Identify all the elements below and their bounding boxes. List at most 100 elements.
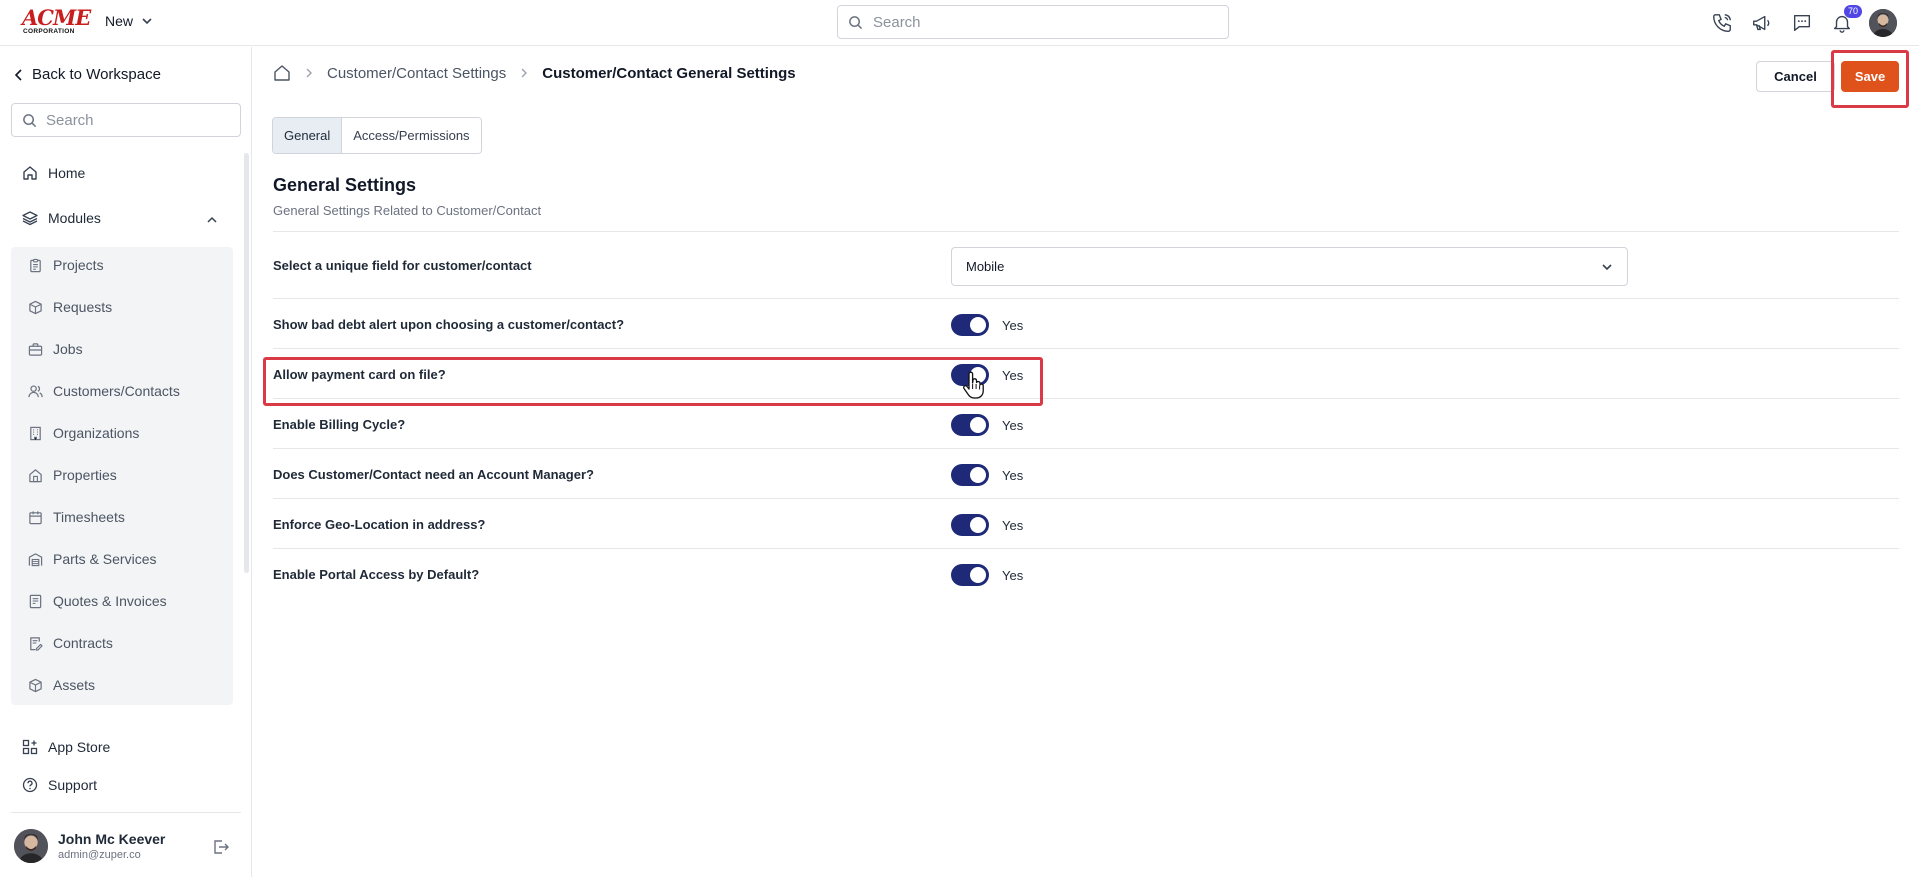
user-email: admin@zuper.co (58, 849, 141, 861)
sidebar-item-label: Support (48, 777, 98, 793)
sidebar-item-label: App Store (48, 739, 111, 755)
geo-location-toggle[interactable] (951, 514, 989, 536)
unique-field-select[interactable]: Mobile (951, 247, 1628, 286)
phone-icon[interactable] (1709, 10, 1735, 36)
module-item-organizations[interactable]: Organizations (28, 425, 139, 441)
search-icon (23, 113, 37, 127)
user-profile[interactable]: John Mc Keever admin@zuper.co (14, 829, 165, 863)
module-item-quotes-invoices[interactable]: Quotes & Invoices (28, 593, 167, 609)
billing-cycle-label: Enable Billing Cycle? (273, 417, 406, 432)
module-item-requests[interactable]: Requests (28, 299, 112, 315)
divider (273, 231, 1899, 232)
module-item-label: Projects (53, 257, 104, 273)
toggle-state-text: Yes (1002, 417, 1024, 433)
logout-icon[interactable] (212, 838, 230, 859)
box-question-icon (29, 300, 42, 314)
clipboard-icon (30, 258, 41, 272)
geo-location-label: Enforce Geo-Location in address? (273, 517, 486, 532)
sidebar-search[interactable] (11, 103, 241, 137)
module-item-label: Timesheets (53, 509, 125, 525)
avatar (14, 829, 48, 863)
section-title: General Settings (273, 175, 417, 195)
module-item-parts-services[interactable]: Parts & Services (28, 551, 156, 567)
divider (273, 398, 1899, 399)
new-menu-label: New (105, 13, 134, 29)
cancel-button[interactable]: Cancel (1756, 61, 1835, 92)
sidebar-scrollbar[interactable] (244, 153, 249, 573)
chevron-left-icon (14, 68, 22, 81)
module-item-label: Customers/Contacts (53, 383, 180, 399)
geo-location-setting: Yes (951, 514, 1023, 536)
breadcrumb: Customer/Contact Settings Customer/Conta… (273, 64, 796, 82)
user-avatar[interactable] (1869, 9, 1897, 37)
divider (273, 548, 1899, 549)
module-item-jobs[interactable]: Jobs (28, 341, 83, 357)
global-search-input[interactable] (873, 13, 1213, 31)
portal-access-toggle[interactable] (951, 564, 989, 586)
help-circle-icon (22, 777, 38, 793)
sidebar-item-home[interactable]: Home (22, 165, 85, 181)
company-logo[interactable]: ACME CORPORATION (22, 7, 91, 35)
new-menu-button[interactable]: New (105, 13, 153, 29)
apps-icon (22, 739, 38, 755)
billing-cycle-toggle[interactable] (951, 414, 989, 436)
divider (273, 498, 1899, 499)
divider (273, 448, 1899, 449)
cube-icon (29, 678, 42, 692)
module-item-assets[interactable]: Assets (28, 677, 95, 693)
warehouse-icon (28, 552, 43, 566)
toggle-state-text: Yes (1002, 567, 1024, 583)
chat-icon[interactable] (1789, 10, 1815, 36)
breadcrumb-parent[interactable]: Customer/Contact Settings (327, 65, 506, 82)
chevron-up-icon[interactable] (206, 212, 218, 228)
property-icon (29, 468, 42, 482)
invoice-icon (29, 594, 42, 608)
sidebar-item-support[interactable]: Support (22, 777, 97, 793)
chevron-down-icon (142, 18, 152, 25)
payment-card-toggle[interactable] (951, 364, 989, 386)
portal-access-setting: Yes (951, 564, 1023, 586)
toggle-state-text: Yes (1002, 317, 1024, 333)
top-icon-bar: 70 (1709, 5, 1897, 37)
tab-general[interactable]: General (273, 118, 343, 153)
notification-badge: 70 (1843, 5, 1862, 18)
search-icon (849, 15, 863, 29)
account-manager-toggle[interactable] (951, 464, 989, 486)
toggle-state-text: Yes (1002, 467, 1024, 483)
unique-field-value: Mobile (966, 259, 1005, 274)
megaphone-icon[interactable] (1749, 10, 1775, 36)
module-item-label: Jobs (53, 341, 83, 357)
home-icon[interactable] (273, 64, 291, 82)
sidebar: Back to Workspace Home Modules Projects … (0, 47, 252, 877)
module-item-timesheets[interactable]: Timesheets (28, 509, 125, 525)
toggle-state-text: Yes (1002, 367, 1024, 383)
divider (273, 298, 1899, 299)
save-button[interactable]: Save (1841, 61, 1899, 92)
account-manager-setting: Yes (951, 464, 1023, 486)
tab-access-permissions[interactable]: Access/Permissions (342, 118, 481, 153)
divider (11, 812, 241, 813)
module-item-label: Assets (53, 677, 96, 693)
chevron-right-icon (306, 68, 312, 78)
module-item-projects[interactable]: Projects (28, 257, 104, 273)
global-search[interactable] (837, 5, 1229, 39)
sidebar-search-input[interactable] (46, 111, 226, 129)
chevron-down-icon (1602, 263, 1612, 270)
bad-debt-alert-setting: Yes (951, 314, 1023, 336)
module-item-label: Contracts (53, 635, 113, 651)
sidebar-item-modules[interactable]: Modules (22, 210, 101, 226)
bell-icon[interactable]: 70 (1829, 5, 1862, 36)
module-item-customers-contacts[interactable]: Customers/Contacts (28, 383, 180, 399)
top-bar: ACME CORPORATION New 70 (0, 0, 1919, 46)
module-item-properties[interactable]: Properties (28, 467, 117, 483)
module-item-label: Quotes & Invoices (53, 593, 167, 609)
chevron-right-icon (521, 68, 528, 78)
bad-debt-alert-toggle[interactable] (951, 314, 989, 336)
home-icon (23, 166, 37, 180)
sidebar-item-app-store[interactable]: App Store (22, 739, 110, 755)
briefcase-icon (28, 342, 43, 356)
building-icon (30, 426, 41, 440)
module-item-contracts[interactable]: Contracts (28, 635, 113, 651)
toggle-state-text: Yes (1002, 517, 1024, 533)
back-to-workspace-link[interactable]: Back to Workspace (14, 66, 161, 83)
